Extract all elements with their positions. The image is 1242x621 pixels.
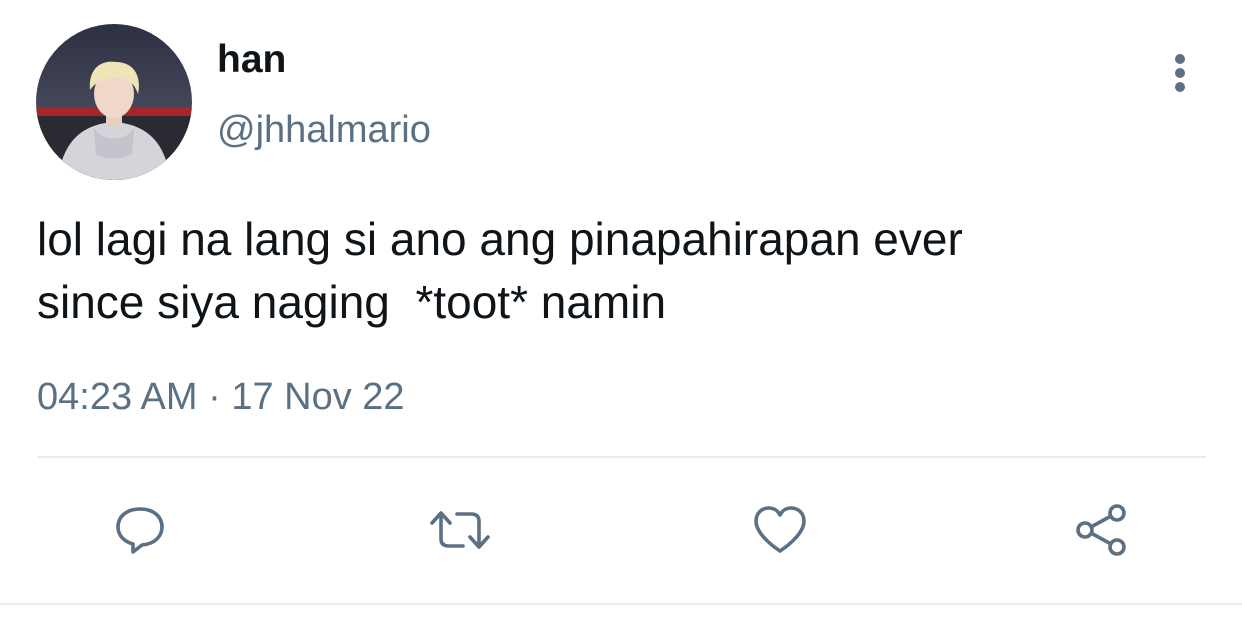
- more-vertical-icon: [1173, 53, 1187, 98]
- tweet-text: lol lagi na lang si ano ang pinapahirapa…: [37, 208, 1207, 334]
- bottom-divider: [0, 603, 1242, 605]
- retweet-icon: [427, 507, 493, 553]
- display-name[interactable]: han: [217, 37, 286, 83]
- reply-button[interactable]: [108, 500, 172, 560]
- retweet-button[interactable]: [428, 500, 492, 560]
- divider: [37, 456, 1206, 458]
- tweet-timestamp[interactable]: 04:23 AM · 17 Nov 22: [37, 374, 405, 420]
- more-options-button[interactable]: [1160, 52, 1200, 98]
- share-icon: [1072, 502, 1132, 558]
- avatar[interactable]: [36, 24, 192, 180]
- user-handle[interactable]: @jhhalmario: [217, 107, 431, 153]
- tweet-text-line-1: lol lagi na lang si ano ang pinapahirapa…: [37, 213, 963, 265]
- tweet-text-line-2: since siya naging *toot* namin: [37, 276, 667, 328]
- reply-icon: [112, 504, 168, 556]
- share-button[interactable]: [1070, 500, 1134, 560]
- avatar-photo: [36, 24, 192, 180]
- like-button[interactable]: [748, 500, 812, 560]
- heart-icon: [751, 504, 809, 556]
